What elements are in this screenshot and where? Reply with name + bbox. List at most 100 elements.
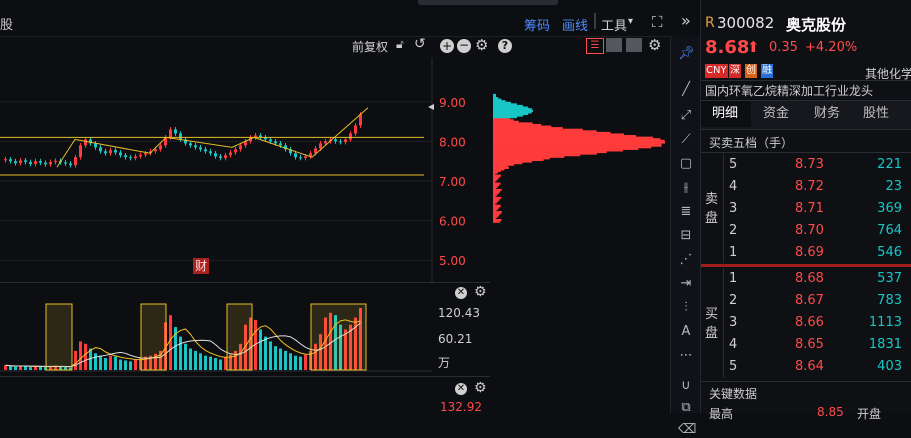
measure-tool-icon[interactable]: ⇥ bbox=[678, 276, 694, 292]
channel-tool-icon[interactable]: ⊟ bbox=[678, 228, 694, 244]
market-badge: 融 bbox=[761, 64, 773, 78]
settings-icon[interactable]: ⚙ bbox=[474, 284, 487, 300]
order-row[interactable]: 3 8.66 1113 bbox=[701, 312, 911, 334]
order-row[interactable]: 1 8.68 537 bbox=[701, 268, 911, 290]
magnet-icon[interactable]: ∪ bbox=[678, 378, 694, 394]
divider bbox=[0, 282, 490, 283]
candle-body bbox=[139, 154, 142, 157]
volume-bar bbox=[79, 341, 82, 370]
tab-fragment[interactable]: 股 bbox=[0, 14, 13, 33]
order-row[interactable]: 5 8.73 221 bbox=[701, 154, 911, 176]
help-icon[interactable]: ? bbox=[498, 39, 512, 53]
parallel-tool-icon[interactable]: ⫲ bbox=[678, 180, 694, 196]
tab-stock-character[interactable]: 股性 bbox=[863, 101, 889, 127]
gann-tool-icon[interactable]: ⫶ bbox=[678, 300, 694, 316]
tab-detail[interactable]: 明细 bbox=[712, 101, 738, 127]
line-tool-icon[interactable]: ╱ bbox=[678, 82, 694, 98]
candle-body bbox=[34, 161, 37, 164]
order-row[interactable]: 1 8.69 546 bbox=[701, 242, 911, 264]
order-row[interactable]: 4 8.72 23 bbox=[701, 176, 911, 198]
close-icon[interactable]: ✕ bbox=[455, 383, 467, 395]
order-row[interactable]: 2 8.67 783 bbox=[701, 290, 911, 312]
tab-finance[interactable]: 财务 bbox=[814, 101, 840, 127]
candle-body bbox=[74, 157, 77, 166]
chevron-down-icon[interactable]: ▾ bbox=[628, 16, 633, 27]
candle-body bbox=[229, 152, 232, 156]
order-row[interactable]: 2 8.70 764 bbox=[701, 220, 911, 242]
candle-body bbox=[194, 145, 197, 148]
volume-bar bbox=[199, 353, 202, 370]
pin-icon[interactable]: 📌︎ bbox=[678, 46, 695, 62]
stock-info-panel: R 300082 奥克股份 8.68 ⬆ 0.35 +4.20% CNY 深创融 … bbox=[700, 0, 911, 421]
eraser-icon[interactable]: ⌫ bbox=[678, 422, 696, 438]
order-volume: 369 bbox=[877, 201, 902, 216]
drawline-button[interactable]: 画线 bbox=[562, 15, 588, 34]
order-book-title: 买卖五档（手） bbox=[709, 136, 794, 150]
close-icon[interactable]: ✕ bbox=[455, 287, 467, 299]
rect-tool-icon[interactable]: ▢ bbox=[678, 156, 694, 172]
order-volume: 783 bbox=[877, 293, 902, 308]
tools-menu[interactable]: 工具 bbox=[601, 15, 627, 34]
tab-funds[interactable]: 资金 bbox=[763, 101, 789, 127]
fib-tool-icon[interactable]: ≣ bbox=[678, 204, 694, 220]
text-tool-icon[interactable]: A bbox=[678, 324, 694, 340]
key-data-label: 最高 bbox=[709, 407, 734, 421]
volume-bar bbox=[94, 353, 97, 370]
candle-body bbox=[49, 161, 52, 165]
settings-icon[interactable]: ⚙ bbox=[475, 36, 488, 54]
drawing-toolbar: 📌︎ ╱ ⤢ ⟋ ▢ ⫲ ≣ ⊟ ⋰ ⇥ ⫶ A ⋯ ∪ ⧉ ⌫ bbox=[670, 36, 701, 437]
volume-bar bbox=[104, 358, 107, 370]
divider bbox=[701, 80, 911, 81]
volume-bar bbox=[279, 348, 282, 370]
price-axis: 9.00 8.00 7.00 6.00 5.00 bbox=[428, 96, 466, 268]
volume-highlight-box bbox=[226, 303, 253, 371]
volume-bar bbox=[264, 336, 267, 370]
undo-icon[interactable]: ↺ bbox=[414, 36, 426, 52]
add-icon[interactable]: + bbox=[440, 39, 454, 53]
chart-canvas[interactable]: 9.00 8.00 7.00 6.00 5.00 bbox=[0, 58, 668, 413]
fullscreen-icon[interactable]: ⛶ bbox=[652, 13, 663, 31]
play-mode-icon[interactable] bbox=[626, 38, 642, 52]
chart-area: 前复权 🔓︎ ↺ + − ⚙ ? ☰ ⚙ 9.00 8.00 7.00 6.00 5.0… bbox=[0, 36, 668, 414]
order-row[interactable]: 4 8.65 1831 bbox=[701, 334, 911, 356]
spread-divider bbox=[701, 264, 911, 267]
list-mode-icon[interactable]: ☰ bbox=[586, 38, 604, 54]
divider bbox=[594, 13, 596, 29]
candle-body bbox=[124, 155, 127, 158]
price-tick: 6.00 bbox=[439, 215, 466, 229]
polyline-tool-icon[interactable]: ⟋ bbox=[678, 132, 694, 148]
volume-bar bbox=[214, 358, 217, 370]
candle-body bbox=[14, 161, 17, 164]
ray-tool-icon[interactable]: ⤢ bbox=[678, 108, 694, 124]
price-change: 0.35 bbox=[769, 40, 798, 55]
more-icon[interactable]: ⋯ bbox=[678, 348, 694, 364]
order-volume: 1831 bbox=[868, 337, 902, 352]
volume-profile bbox=[493, 93, 665, 223]
chouma-button[interactable]: 筹码 bbox=[524, 15, 550, 34]
bar-mode-icon[interactable] bbox=[606, 38, 622, 52]
fan-tool-icon[interactable]: ⋰ bbox=[678, 252, 694, 268]
order-row[interactable]: 5 8.64 403 bbox=[701, 356, 911, 378]
finance-badge[interactable]: 财 bbox=[193, 258, 209, 274]
volume-bar bbox=[39, 366, 42, 370]
collapse-icon[interactable]: » bbox=[681, 11, 691, 30]
copy-icon[interactable]: ⧉ bbox=[678, 400, 694, 416]
settings-icon[interactable]: ⚙ bbox=[474, 380, 487, 396]
candle-body bbox=[349, 133, 352, 140]
candle-body bbox=[29, 161, 32, 164]
order-row[interactable]: 3 8.71 369 bbox=[701, 198, 911, 220]
price-tick: 9.00 bbox=[439, 96, 466, 110]
scroll-handle[interactable] bbox=[418, 0, 558, 5]
volume-bar bbox=[274, 346, 277, 370]
divider bbox=[701, 381, 911, 382]
volume-bar bbox=[289, 353, 292, 370]
lock-icon[interactable]: 🔓︎ bbox=[396, 37, 404, 52]
order-level: 5 bbox=[729, 157, 738, 172]
candle-body bbox=[209, 151, 212, 154]
candle-body bbox=[39, 161, 42, 163]
divider bbox=[0, 376, 490, 377]
adjust-mode[interactable]: 前复权 bbox=[352, 38, 388, 55]
remove-icon[interactable]: − bbox=[457, 39, 471, 53]
order-volume: 764 bbox=[877, 223, 902, 238]
settings-icon[interactable]: ⚙ bbox=[648, 36, 661, 54]
